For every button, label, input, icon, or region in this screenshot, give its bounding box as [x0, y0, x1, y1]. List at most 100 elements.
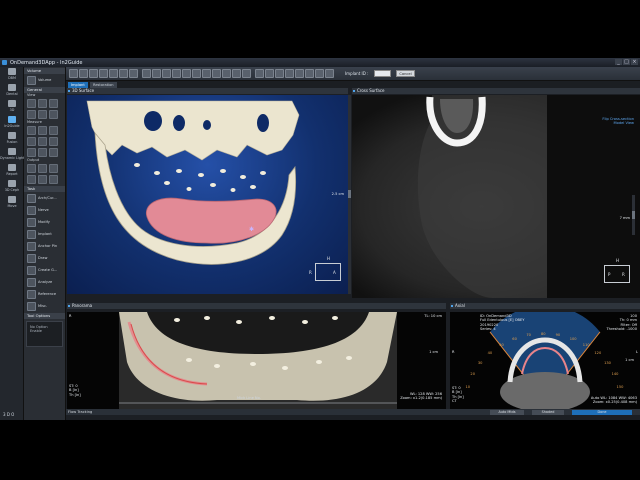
sculpt-tool-icon[interactable] — [99, 69, 108, 78]
rail-item-dbm[interactable]: DBM — [0, 67, 24, 83]
auto-mtds-button[interactable]: Auto Mtds — [490, 410, 524, 415]
guide-tool-icon[interactable] — [232, 69, 241, 78]
axial-arc-label: 30 — [477, 360, 483, 365]
minimize-button[interactable]: _ — [615, 59, 622, 65]
window-level-tool-icon[interactable] — [27, 110, 36, 119]
rail-item-label: In2Guide — [4, 124, 20, 128]
task-analyze[interactable]: Analyze — [24, 276, 65, 288]
rotate-tool-icon[interactable] — [49, 99, 58, 108]
task-modify[interactable]: Modify — [24, 216, 65, 228]
crop-tool-icon[interactable] — [89, 69, 98, 78]
sphere-icon[interactable] — [49, 175, 58, 184]
fill-tool-icon[interactable] — [202, 69, 211, 78]
workflow-tabs: Implant Restoration — [66, 81, 640, 88]
mask-tool-icon[interactable] — [119, 69, 128, 78]
erase-icon[interactable] — [49, 148, 58, 157]
cylinder-tool-icon[interactable] — [182, 69, 191, 78]
pin-tool-icon[interactable] — [192, 69, 201, 78]
panorama-viewport[interactable]: R ST: 0 B [in] Th [in] Mick Line No. WL:… — [67, 312, 446, 409]
pano-top-right-info: TL: 10 cm — [424, 314, 442, 318]
volume-item[interactable]: Volume — [24, 74, 65, 86]
task-implant[interactable]: Implant — [24, 228, 65, 240]
profile-icon[interactable] — [27, 137, 36, 146]
task-nerve[interactable]: Nerve — [24, 204, 65, 216]
cross-scrollbar[interactable] — [632, 195, 635, 235]
task-label: Arch/Cur... — [38, 196, 57, 200]
pencil-tool-icon[interactable] — [212, 69, 221, 78]
maximize-button[interactable]: □ — [623, 59, 630, 65]
jaw-tool-icon[interactable] — [315, 69, 324, 78]
arch-view-tool-icon[interactable] — [275, 69, 284, 78]
tool-options-header[interactable]: Tool Options — [24, 313, 65, 319]
task-create-guide[interactable]: Create G... — [24, 264, 65, 276]
movie-icon[interactable] — [27, 175, 36, 184]
rail-item-report[interactable]: Report — [0, 163, 24, 179]
model-tool-icon[interactable] — [325, 69, 334, 78]
density-icon[interactable] — [27, 148, 36, 157]
arrow-icon[interactable] — [49, 137, 58, 146]
tooth-tool-icon[interactable] — [172, 69, 181, 78]
rail-item-in2guide[interactable]: In2Guide — [0, 115, 24, 131]
cross-mode-line2: Model View — [613, 121, 634, 126]
pano-view-header: Panorama — [67, 303, 446, 309]
rail-item-lightbox[interactable]: Dynamic LightBox — [0, 147, 31, 163]
axial-viewport[interactable]: ID: OnDemand3D Full Edentulous [E] OBEY … — [450, 312, 640, 409]
capture-icon[interactable] — [27, 164, 36, 173]
cut-tool-icon[interactable] — [109, 69, 118, 78]
task-reference[interactable]: Reference — [24, 288, 65, 300]
print-icon[interactable] — [38, 164, 47, 173]
done-button[interactable]: Done — [572, 410, 632, 415]
surface-3d-viewport[interactable]: ✱ 2.5 cm H R A — [67, 95, 348, 294]
scroll-thumb[interactable] — [348, 190, 351, 198]
ruler-icon[interactable] — [27, 126, 36, 135]
cube-icon — [8, 100, 16, 107]
angle-icon[interactable] — [38, 126, 47, 135]
cross-scale-label: 7 mm — [619, 216, 630, 220]
fusion-icon — [8, 132, 16, 139]
task-anchor-pin[interactable]: Anchor Pin — [24, 240, 65, 252]
scroll-thumb[interactable] — [632, 211, 635, 219]
rail-item-dental[interactable]: Dental — [0, 83, 24, 99]
task-arch-curve[interactable]: Arch/Cur... — [24, 192, 65, 204]
point-icon[interactable] — [38, 148, 47, 157]
axial-arc-label: 50 — [499, 342, 504, 347]
rail-item-3d-ceph[interactable]: 3D Ceph — [0, 179, 24, 195]
reset-tool-icon[interactable] — [38, 110, 47, 119]
select-tool-icon[interactable] — [69, 69, 78, 78]
note-icon[interactable] — [38, 137, 47, 146]
rail-item-move[interactable]: Move — [0, 195, 24, 211]
close-button[interactable]: × — [631, 59, 638, 65]
output-tools — [24, 163, 65, 185]
cross-orientation-cube[interactable]: H P R — [604, 258, 630, 283]
molar-tool-icon[interactable] — [265, 69, 274, 78]
bite-tool-icon[interactable] — [305, 69, 314, 78]
surface-scrollbar[interactable] — [348, 95, 351, 294]
pan-tool-icon[interactable] — [27, 99, 36, 108]
rail-item-3d[interactable]: 3D — [0, 99, 24, 115]
save-icon[interactable] — [38, 175, 47, 184]
measure-tool-icon[interactable] — [242, 69, 251, 78]
shaded-button[interactable]: Shaded — [532, 410, 564, 415]
teeth-tool-icon[interactable] — [285, 69, 294, 78]
crown-tool-icon[interactable] — [255, 69, 264, 78]
task-misc[interactable]: Misc. — [24, 300, 65, 312]
zoom-tool-icon[interactable] — [38, 99, 47, 108]
cancel-button[interactable]: Cancel — [396, 70, 415, 77]
orientation-left-label: R — [309, 270, 312, 275]
sleeve-tool-icon[interactable] — [222, 69, 231, 78]
shape-tool-icon[interactable] — [152, 69, 161, 78]
tools-panel: Volume Volume General View Measure Outpu… — [24, 67, 66, 420]
gum-tool-icon[interactable] — [295, 69, 304, 78]
implant-id-dropdown[interactable] — [374, 70, 391, 77]
brush-tool-icon[interactable] — [142, 69, 151, 78]
rail-item-fusion[interactable]: Fusion — [0, 131, 24, 147]
fit-tool-icon[interactable] — [49, 110, 58, 119]
arch-tool-icon[interactable] — [79, 69, 88, 78]
surface-orientation-cube[interactable]: H R A — [309, 256, 341, 281]
stl-tool-icon[interactable] — [162, 69, 171, 78]
export-icon[interactable] — [49, 164, 58, 173]
layout-tool-icon[interactable] — [129, 69, 138, 78]
task-draw[interactable]: Draw — [24, 252, 65, 264]
cross-surface-viewport[interactable]: Flip Cross-section Model View 7 mm H P R — [352, 95, 640, 298]
area-icon[interactable] — [49, 126, 58, 135]
